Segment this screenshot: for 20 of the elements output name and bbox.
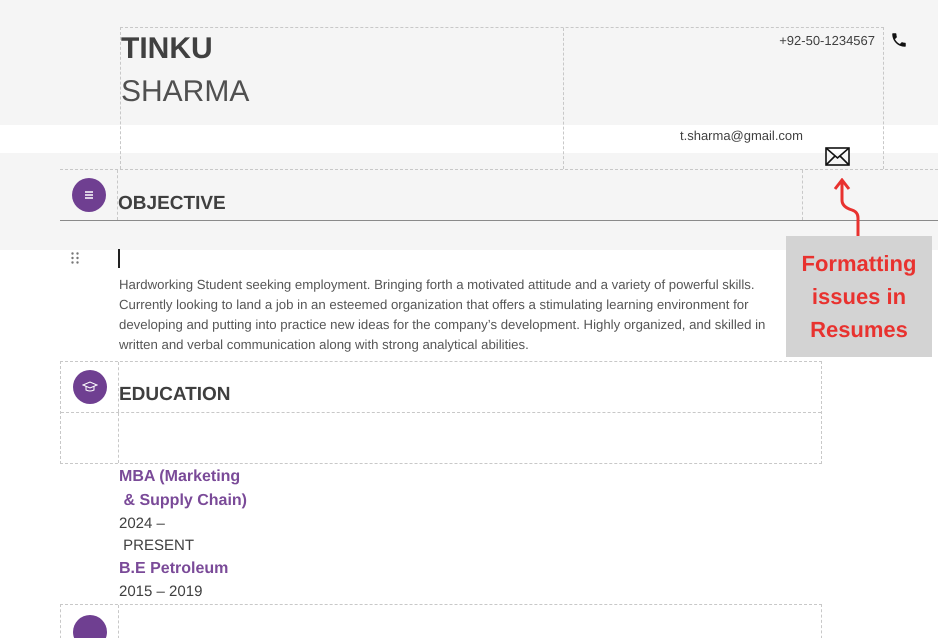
section-heading: EDUCATION	[119, 384, 231, 406]
text-cursor	[118, 248, 120, 268]
list-icon	[72, 178, 106, 212]
degree-title: MBA (Marketing	[119, 467, 240, 487]
drag-handle-icon[interactable]	[71, 252, 79, 264]
phone-icon	[890, 31, 908, 49]
degree-title: & Supply Chain)	[122, 491, 247, 511]
date-range: 2024 –	[119, 514, 165, 534]
date-range: PRESENT	[122, 536, 194, 556]
date-range: 2015 – 2019	[119, 582, 202, 602]
last-name: SHARMA	[121, 74, 250, 110]
objective-paragraph: Hardworking Student seeking employment. Bringing forth a motivated attitude and a variety of powerful skills. Currently looking to land a job in an esteemed organization that offers a stimulating learning environment for developing and putting into practice new ideas for the company’s development. Highly organized, and skilled in written and verbal communication along with strong analytical abilities.	[119, 276, 766, 354]
degree-title: B.E Petroleum	[119, 559, 228, 579]
section-heading: OBJECTIVE	[118, 193, 226, 215]
envelope-icon	[825, 147, 850, 166]
phone-number: +92-50-1234567	[779, 33, 875, 48]
email-address: t.sharma@gmail.com	[680, 128, 803, 143]
annotation-callout: Formatting issues in Resumes	[786, 236, 932, 357]
first-name: TINKU	[121, 31, 213, 67]
graduation-cap-icon	[72, 370, 106, 404]
